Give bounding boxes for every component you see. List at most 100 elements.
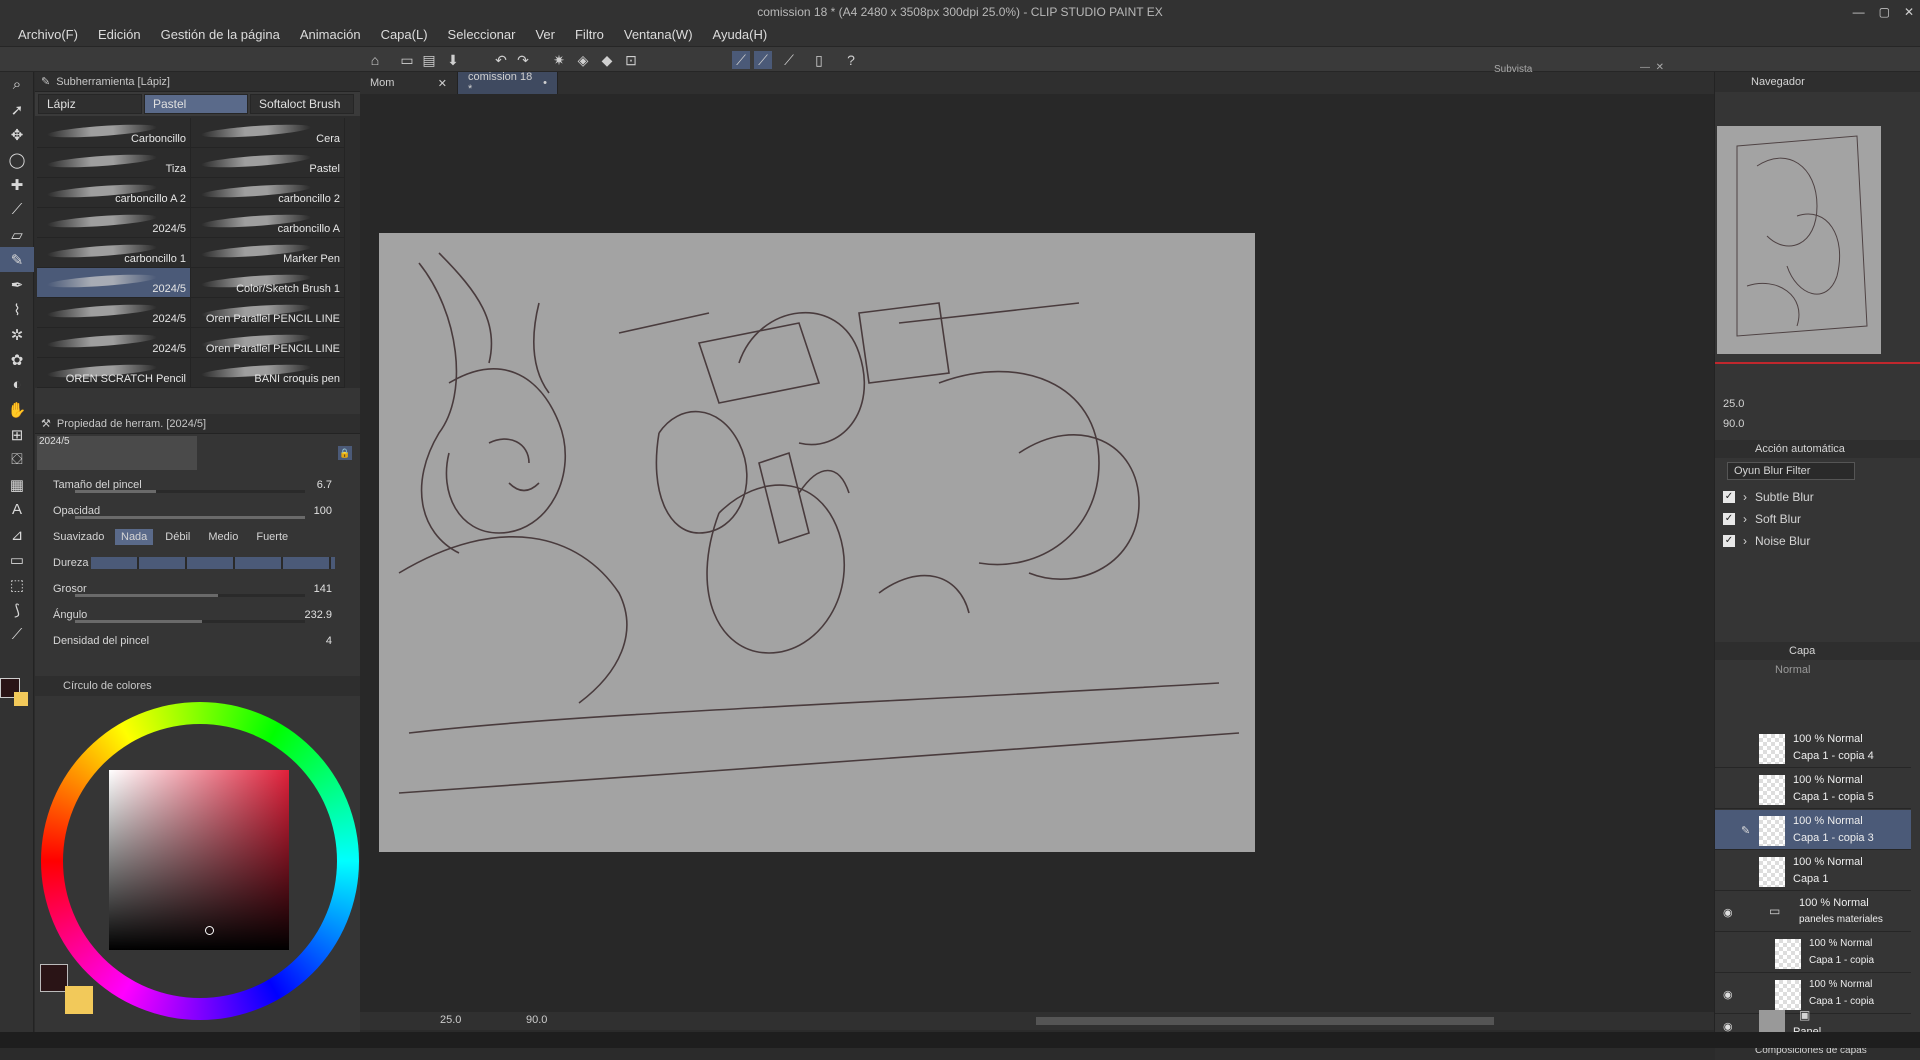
chevron-right-icon[interactable]: › [1743,512,1747,526]
fill-bucket-icon[interactable]: ⛋ [0,447,34,472]
fill-icon[interactable]: ◆ [598,51,616,69]
tab-mom[interactable]: Mom ✕ [360,72,458,94]
eyedropper-icon[interactable]: ⟋ [0,197,34,222]
brush-item[interactable]: Color/Sketch Brush 1 [191,268,345,298]
angle-row[interactable]: Ángulo 232.9 [35,602,360,628]
close-icon[interactable]: ✕ [1904,5,1914,19]
menu-filtro[interactable]: Filtro [565,24,614,46]
menu-animacion[interactable]: Animación [290,24,371,46]
angle-value[interactable]: 232.9 [304,609,332,621]
menu-archivo[interactable]: Archivo(F) [8,24,88,46]
checkbox-icon[interactable]: ✓ [1723,491,1735,503]
redo-icon[interactable]: ↷ [514,51,532,69]
eye-icon[interactable]: ◉ [1723,906,1733,919]
gradient-icon[interactable]: ▦ [0,472,34,497]
line-tool-icon[interactable]: ⟋ [0,622,34,647]
navigator-rotate[interactable]: 90.0 [1723,418,1744,430]
brush-item[interactable]: Cera [191,118,345,148]
brush-item[interactable]: carboncillo 1 [37,238,191,268]
menu-capa[interactable]: Capa(L) [371,24,438,46]
smoothing-weak[interactable]: Débil [159,529,196,545]
home-icon[interactable]: ⌂ [366,51,384,69]
shape-tool-icon[interactable]: ⬚ [0,572,34,597]
operation-tool-icon[interactable]: ➚ [0,97,34,122]
tab-softaloct[interactable]: Softaloct Brush [250,94,354,114]
lock-icon[interactable]: 🔒 [338,446,352,460]
grid-tool-icon[interactable]: ⊞ [0,422,34,447]
subview-close-icon[interactable]: ✕ [1656,62,1664,73]
brush-item[interactable]: 2024/5 [37,208,191,238]
autoaction-item[interactable]: ✓ › Subtle Blur [1715,486,1920,508]
density-row[interactable]: Densidad del pincel 4 [35,628,360,654]
pencil-tool-icon[interactable]: ✎ [0,247,34,272]
eye-icon[interactable]: ◉ [1723,988,1733,1001]
maximize-icon[interactable]: ▢ [1879,5,1890,19]
text-tool-icon[interactable]: A [0,497,34,522]
close-tab-icon[interactable]: • [543,77,547,89]
brush-item[interactable]: OREN SCRATCH Pencil [37,358,191,388]
layer-folder-row[interactable]: ◉ ▭ 100 % Normal paneles materiales [1715,892,1911,932]
color-square[interactable] [109,770,289,950]
crop-icon[interactable]: ⊡ [622,51,640,69]
menu-ventana[interactable]: Ventana(W) [614,24,703,46]
sub-color-swatch[interactable] [14,692,28,706]
chevron-right-icon[interactable]: › [1743,534,1747,548]
move-tool-icon[interactable]: ✥ [0,122,34,147]
canvas-paper[interactable] [379,233,1255,852]
thickness-row[interactable]: Grosor 141 [35,576,360,602]
color-picker-cursor[interactable] [205,926,214,935]
subview-minimize-icon[interactable]: — [1640,62,1650,73]
layer-row[interactable]: 100 % Normal Capa 1 - copia 5 [1715,769,1911,809]
brush-item[interactable]: Pastel [191,148,345,178]
brush-item[interactable]: carboncillo A 2 [37,178,191,208]
brush-item[interactable]: Marker Pen [191,238,345,268]
brush-item[interactable]: carboncillo 2 [191,178,345,208]
layer-row-selected[interactable]: ✎ 100 % Normal Capa 1 - copia 3 [1715,810,1911,850]
smoothing-medium[interactable]: Medio [202,529,244,545]
tablet-icon[interactable]: ▯ [810,51,828,69]
autoaction-set-select[interactable]: Oyun Blur Filter [1727,462,1855,480]
move-layer-icon[interactable]: ✚ [0,172,34,197]
menu-seleccionar[interactable]: Seleccionar [438,24,526,46]
brush-item[interactable]: Oren Parallel PENCIL LINE [191,328,345,358]
smoothing-none[interactable]: Nada [115,529,154,545]
minimize-icon[interactable]: — [1853,5,1865,19]
thickness-value[interactable]: 141 [314,583,332,595]
checkbox-icon[interactable]: ✓ [1723,513,1735,525]
hardness-row[interactable]: Dureza [35,550,360,576]
autoaction-item[interactable]: ✓ › Noise Blur [1715,530,1920,552]
smoothing-strong[interactable]: Fuerte [250,529,294,545]
frame-tool-icon[interactable]: ▭ [0,547,34,572]
open-icon[interactable]: ▤ [420,51,438,69]
main-color-chip[interactable] [40,964,68,992]
layer-row[interactable]: 100 % Normal Capa 1 - copia [1715,933,1911,973]
blend-mode-select[interactable]: Normal [1775,664,1810,676]
brush-item-selected[interactable]: 2024/5 [37,268,191,298]
opacity-value[interactable]: 100 [314,505,332,517]
hand-icon[interactable]: ✋ [0,397,34,422]
chevron-right-icon[interactable]: › [1743,490,1747,504]
hardness-slider[interactable] [91,557,335,569]
menu-ayuda[interactable]: Ayuda(H) [703,24,778,46]
sub-color-chip[interactable] [65,986,93,1014]
undo-icon[interactable]: ↶ [492,51,510,69]
eraser-icon[interactable]: ▱ [0,222,34,247]
zoom-tool-icon[interactable]: ⌕ [0,72,34,97]
navigator-preview[interactable] [1717,126,1881,354]
tab-pastel[interactable]: Pastel [144,94,248,114]
layer-row[interactable]: 100 % Normal Capa 1 - copia 4 [1715,728,1911,768]
brush-item[interactable]: Carboncillo [37,118,191,148]
blend-icon[interactable]: ◐ [0,372,34,397]
brush-item[interactable]: carboncillo A [191,208,345,238]
brush-item[interactable]: 2024/5 [37,298,191,328]
menu-ver[interactable]: Ver [525,24,565,46]
layer-row[interactable]: 100 % Normal Capa 1 [1715,851,1911,891]
brush-item[interactable]: 2024/5 [37,328,191,358]
status-angle[interactable]: 90.0 [526,1014,547,1026]
menu-gestion[interactable]: Gestión de la página [151,24,290,46]
tab-lapiz[interactable]: Lápiz [38,94,142,114]
clear-icon[interactable]: ✷ [550,51,568,69]
tab-comission[interactable]: comission 18 * • [458,71,558,95]
close-tab-icon[interactable]: ✕ [438,77,447,90]
checkbox-icon[interactable]: ✓ [1723,535,1735,547]
